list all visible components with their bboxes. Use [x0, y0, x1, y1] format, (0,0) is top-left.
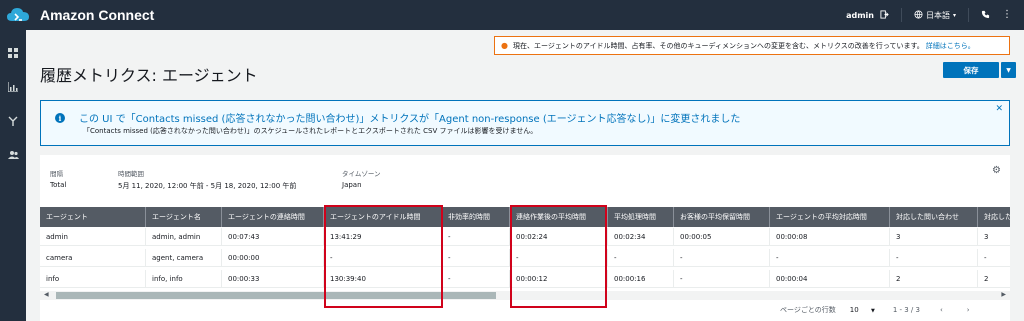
column-header[interactable]: 平均処理時間 — [608, 207, 674, 227]
language-label: 日本語 — [925, 10, 950, 20]
info-alert: i この UI で「Contacts missed (応答されなかった問い合わせ… — [40, 100, 1010, 146]
close-icon[interactable]: ✕ — [995, 104, 1003, 114]
info-icon: i — [55, 113, 65, 123]
globe-icon — [914, 9, 923, 21]
table-cell: camera — [40, 249, 146, 267]
routing-icon[interactable] — [0, 108, 26, 134]
metrics-chart-icon[interactable] — [0, 74, 26, 100]
table-cell: - — [674, 249, 770, 267]
caret-down-icon: ▼ — [1006, 66, 1011, 74]
table-cell: 3 — [984, 233, 989, 241]
scroll-left-icon[interactable]: ◀ — [44, 291, 49, 298]
warning-icon: ● — [501, 41, 508, 50]
table-cell: 00:00:04 — [770, 270, 890, 288]
table-cell: - — [890, 249, 978, 267]
table-cell: - — [984, 254, 987, 262]
more-vertical-icon: ⋮ — [1002, 9, 1012, 20]
banner-learn-more-link[interactable]: 詳細はこちら。 — [926, 41, 975, 51]
table-cell: - — [608, 249, 674, 267]
column-header[interactable]: エージェントの連絡時間 — [222, 207, 324, 227]
table-cell: - — [442, 270, 510, 288]
rows-per-page-value: 10 — [849, 306, 859, 314]
users-icon[interactable] — [0, 142, 26, 168]
save-button[interactable]: 保存 — [943, 62, 999, 78]
caret-down-icon: ▼ — [870, 308, 875, 314]
column-header[interactable]: エージェント — [40, 207, 146, 227]
table-cell: 00:07:43 — [222, 228, 324, 246]
user-name: admin — [846, 10, 874, 20]
table-cell: agent, camera — [146, 249, 222, 267]
table-cell: 3 — [890, 228, 978, 246]
page-range: 1 - 3 / 3 — [892, 306, 920, 314]
language-selector[interactable]: 日本語 ▾ — [914, 9, 956, 21]
next-page-icon[interactable]: › — [967, 306, 970, 314]
prev-page-icon[interactable]: ‹ — [940, 306, 943, 314]
logout-icon[interactable] — [880, 9, 889, 21]
user-menu[interactable]: admin — [846, 9, 889, 21]
rows-per-page-select[interactable]: 10 ▼ — [850, 306, 875, 314]
table-cell: admin — [40, 228, 146, 246]
rows-per-page-label: ページごとの行数 — [780, 306, 836, 314]
top-bar: Amazon Connect admin 日本語 ▾ ⋮ — [0, 0, 1024, 30]
column-header[interactable]: 対応した — [978, 207, 1010, 227]
banner-text: 現在、エージェントのアイドル時間、占有率、その他のキューディメンションへの変更を… — [512, 41, 924, 50]
table-cell: 00:00:05 — [674, 228, 770, 246]
table-cell: 2 — [984, 275, 989, 283]
table-cell: admin, admin — [146, 228, 222, 246]
divider — [968, 8, 969, 22]
table-cell: 00:00:08 — [770, 228, 890, 246]
divider — [900, 8, 902, 22]
page-title: 履歴メトリクス: エージェント — [40, 66, 258, 85]
pagination: ページごとの行数 10 ▼ 1 - 3 / 3 ‹ › — [780, 305, 970, 315]
table-cell: 00:00:00 — [222, 249, 324, 267]
timezone-label: タイムゾーン — [342, 170, 381, 178]
table-cell: info — [40, 270, 146, 288]
highlight-acw-column — [510, 205, 607, 308]
info-alert-title: この UI で「Contacts missed (応答されなかった問い合わせ)」… — [79, 114, 741, 125]
table-cell: 00:00:33 — [222, 270, 324, 288]
column-header[interactable]: 対応した問い合わせ — [890, 207, 978, 227]
table-cell: - — [442, 228, 510, 246]
chevron-down-icon: ▾ — [952, 11, 956, 19]
interval-label: 間隔 — [50, 170, 63, 178]
table-cell: info, info — [146, 270, 222, 288]
improvement-banner: ● 現在、エージェントのアイドル時間、占有率、その他のキューディメンションへの変… — [494, 36, 1010, 55]
table-cell: 00:00:16 — [608, 270, 674, 288]
gear-icon[interactable]: ⚙ — [992, 165, 1001, 176]
scroll-right-icon[interactable]: ▶ — [1001, 291, 1006, 298]
app-title: Amazon Connect — [40, 7, 155, 23]
save-dropdown-button[interactable]: ▼ — [1001, 62, 1016, 78]
interval-value: Total — [50, 181, 67, 189]
highlight-idle-time-column — [324, 205, 443, 308]
column-header[interactable]: エージェント名 — [146, 207, 222, 227]
more-menu-button[interactable]: ⋮ — [1002, 9, 1012, 20]
info-alert-subtitle: 「Contacts missed (応答されなかった問い合わせ)」のスケジュール… — [83, 127, 538, 135]
column-header[interactable]: 非効率的時間 — [442, 207, 510, 227]
time-range-value: 5月 11, 2020, 12:00 午前 - 5月 18, 2020, 12:… — [118, 182, 297, 190]
phone-icon — [981, 10, 990, 21]
time-range-label: 時間範囲 — [118, 170, 144, 178]
table-cell: 2 — [890, 270, 978, 288]
column-header[interactable]: エージェントの平均対応時間 — [770, 207, 890, 227]
column-header[interactable]: お客様の平均保留時間 — [674, 207, 770, 227]
dashboard-icon[interactable] — [0, 40, 26, 66]
timezone-value: Japan — [342, 181, 362, 189]
amazon-connect-logo-icon[interactable] — [0, 0, 36, 30]
left-nav — [0, 30, 26, 321]
table-cell: - — [770, 249, 890, 267]
table-cell: - — [442, 249, 510, 267]
table-cell: - — [674, 270, 770, 288]
top-right-controls: admin 日本語 ▾ ⋮ — [846, 0, 1024, 30]
phone-button[interactable] — [981, 10, 990, 21]
table-cell: 00:02:34 — [608, 228, 674, 246]
